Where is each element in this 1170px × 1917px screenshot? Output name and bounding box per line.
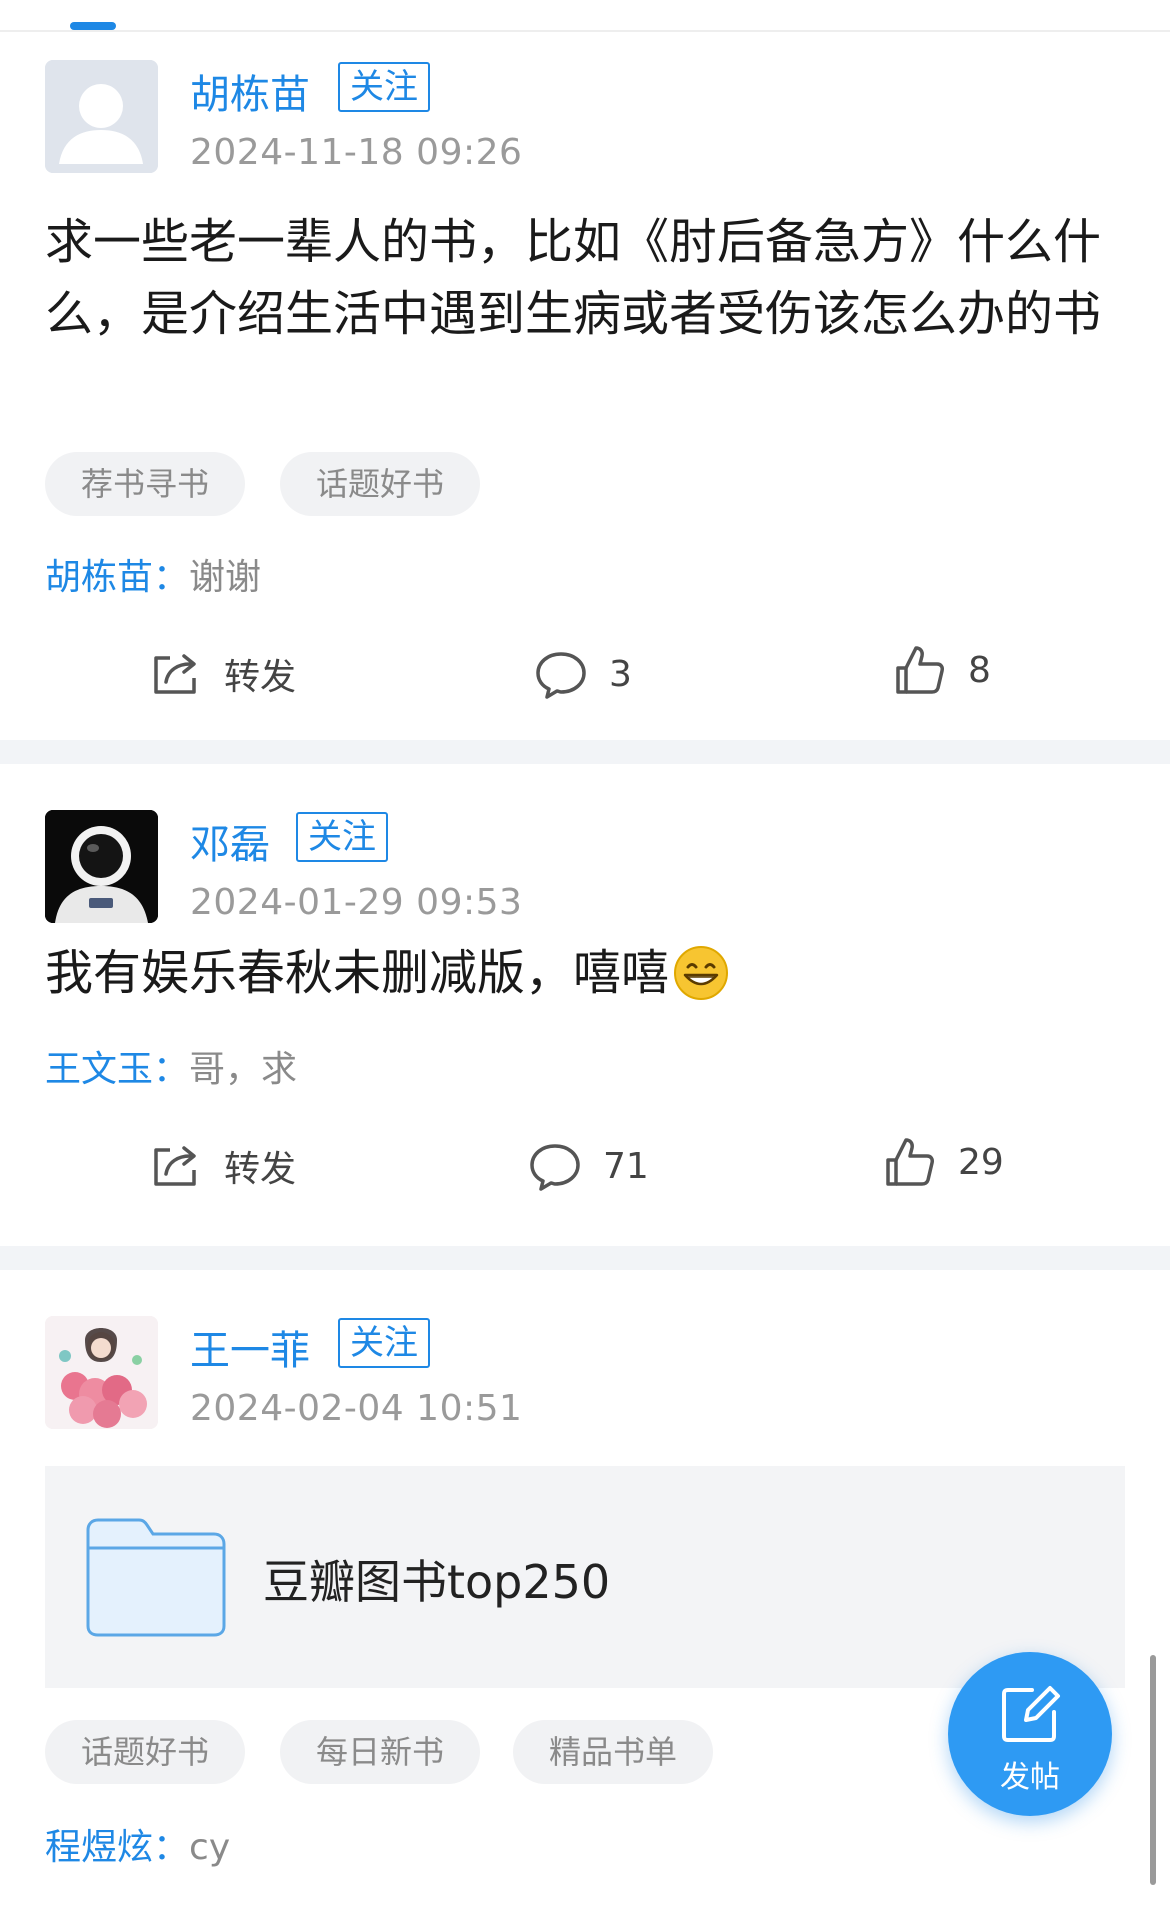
comment-count: 71 <box>603 1145 649 1187</box>
avatar[interactable] <box>45 810 158 923</box>
comment-preview[interactable]: 程煜炫：cy <box>45 1818 230 1870</box>
like-button[interactable]: 29 <box>882 1132 1004 1192</box>
folder-name: 豆瓣图书top250 <box>263 1555 611 1609</box>
share-button[interactable]: 转发 <box>148 644 296 704</box>
tag-chip[interactable]: 精品书单 <box>513 1720 714 1784</box>
timestamp: 2024-02-04 10:51 <box>190 1388 523 1429</box>
comment-text: cy <box>189 1827 231 1868</box>
timestamp: 2024-01-29 09:53 <box>190 882 523 923</box>
username[interactable]: 王一菲 <box>190 1318 310 1376</box>
thumbs-up-icon <box>896 646 944 694</box>
comment-author[interactable]: 王文玉 <box>45 1049 153 1090</box>
post-content[interactable]: 求一些老一辈人的书，比如《肘后备急方》什么什么，是介绍生活中遇到生病或者受伤该怎… <box>45 206 1125 350</box>
astronaut-avatar-image <box>45 810 158 923</box>
folder-icon <box>86 1518 226 1637</box>
scrollbar[interactable] <box>1150 1655 1156 1885</box>
post-content-row[interactable]: 我有娱乐春秋未删减版，嘻嘻 <box>45 937 729 1009</box>
share-icon <box>154 1146 196 1186</box>
new-post-button[interactable]: 发帖 <box>948 1652 1112 1816</box>
comment-icon <box>536 652 586 699</box>
comment-separator: ： <box>153 557 190 598</box>
floral-girl-avatar-image <box>45 1316 158 1429</box>
edit-icon <box>1002 1686 1060 1742</box>
like-count: 8 <box>968 649 991 691</box>
section-divider <box>0 1246 1170 1270</box>
share-icon <box>154 654 196 694</box>
share-label: 转发 <box>224 657 297 698</box>
comment-text: 哥，求 <box>189 1049 298 1090</box>
share-button[interactable]: 转发 <box>148 1136 296 1196</box>
comment-text: 谢谢 <box>189 557 262 598</box>
grinning-emoji-icon <box>674 946 729 1000</box>
tab-indicator <box>70 22 116 30</box>
thumbs-up-icon <box>886 1138 934 1186</box>
username[interactable]: 胡栋苗 <box>190 62 310 120</box>
comment-separator: ： <box>153 1049 190 1090</box>
avatar[interactable] <box>45 1316 158 1429</box>
tag-chip[interactable]: 话题好书 <box>280 452 481 516</box>
tag-chip[interactable]: 荐书寻书 <box>45 452 246 516</box>
timestamp: 2024-11-18 09:26 <box>190 132 523 173</box>
comment-author[interactable]: 胡栋苗 <box>45 557 153 598</box>
post-content: 我有娱乐春秋未删减版，嘻嘻 <box>45 945 670 1001</box>
follow-button[interactable]: 关注 <box>338 62 430 112</box>
section-divider <box>0 740 1170 764</box>
folder-attachment[interactable]: 豆瓣图书top250 <box>45 1466 1125 1688</box>
default-user-icon <box>45 60 158 173</box>
comment-count: 3 <box>609 653 632 695</box>
follow-button[interactable]: 关注 <box>296 812 388 862</box>
username[interactable]: 邓磊 <box>190 812 270 870</box>
like-count: 29 <box>958 1141 1004 1183</box>
comment-icon <box>530 1144 580 1191</box>
comment-button[interactable]: 71 <box>527 1136 649 1196</box>
comment-author[interactable]: 程煜炫 <box>45 1827 153 1868</box>
comment-preview[interactable]: 王文玉：哥，求 <box>45 1040 297 1092</box>
new-post-label: 发帖 <box>1000 1760 1060 1795</box>
avatar[interactable] <box>45 60 158 173</box>
like-button[interactable]: 8 <box>892 640 991 700</box>
comment-preview[interactable]: 胡栋苗：谢谢 <box>45 548 261 600</box>
share-label: 转发 <box>224 1149 297 1190</box>
top-divider <box>0 30 1170 32</box>
comment-button[interactable]: 3 <box>533 644 632 704</box>
follow-button[interactable]: 关注 <box>338 1318 430 1368</box>
tag-chip[interactable]: 每日新书 <box>280 1720 481 1784</box>
tag-chip[interactable]: 话题好书 <box>45 1720 246 1784</box>
comment-separator: ： <box>153 1827 190 1868</box>
